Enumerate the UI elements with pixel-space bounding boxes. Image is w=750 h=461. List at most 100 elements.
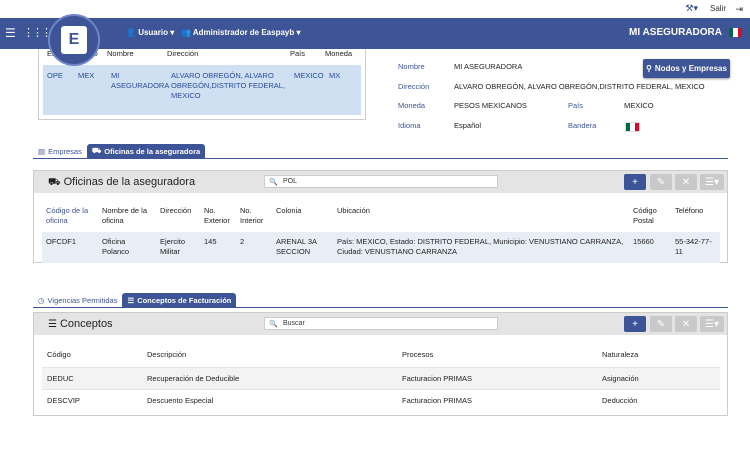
plus-icon: + xyxy=(632,176,638,188)
search-input[interactable]: 🔍 Buscar xyxy=(264,317,498,330)
header-descripcion: Descripción xyxy=(147,350,187,359)
table-row[interactable]: DESCVIP Descuento Especial Facturacion P… xyxy=(42,389,720,411)
header-cp: Código Postal xyxy=(633,206,657,225)
utility-bar: ⚒▾ Salir ⇥ xyxy=(0,0,750,18)
list-menu-icon: ☰▾ xyxy=(705,318,719,330)
tools-icon[interactable]: ⚒▾ xyxy=(685,3,698,14)
search-value: POL xyxy=(283,178,298,185)
car-icon: ⛟ xyxy=(91,146,102,155)
clock-icon: ◷ xyxy=(38,295,45,305)
header-direccion: Dirección xyxy=(167,49,199,58)
close-icon: ✕ xyxy=(681,176,691,188)
tab-conceptos[interactable]: ☰ Conceptos de Facturación xyxy=(122,293,237,307)
direccion-label: Dirección xyxy=(398,82,430,91)
network-icon: ⚲ xyxy=(646,64,652,73)
admin-menu-label: Administrador de Easpayb xyxy=(192,28,295,37)
add-button[interactable]: + xyxy=(624,174,646,190)
tab-oficinas-label: Oficinas de la aseguradora xyxy=(104,146,201,156)
cell-direccion: ALVARO OBREGÓN, ALVARO OBREGÓN,DISTRITO … xyxy=(171,71,286,100)
header-ubicacion: Ubicación xyxy=(337,206,370,215)
exit-link[interactable]: Salir xyxy=(710,4,726,13)
tab-oficinas[interactable]: ⛟ Oficinas de la aseguradora xyxy=(86,144,206,158)
cell-colonia: ARENAL 3A SECCION xyxy=(272,232,333,263)
cell-procesos: Facturacion PRIMAS xyxy=(397,367,597,390)
tab-vigencias[interactable]: ◷ Vigencias Permitidas xyxy=(33,293,122,307)
cell-codigo: MEX xyxy=(78,71,95,80)
header-colonia: Colonia xyxy=(276,206,302,215)
conceptos-panel: ☰ Conceptos 🔍 Buscar + ✎ ✕ ☰▾ Código Descr… xyxy=(33,312,728,416)
tab-underline xyxy=(33,307,728,308)
panel-header: ☰ Conceptos 🔍 Buscar + ✎ ✕ ☰▾ xyxy=(34,313,727,335)
tab-underline xyxy=(33,158,728,159)
edit-button[interactable]: ✎ xyxy=(650,174,672,190)
header-interior: No. Interior xyxy=(240,206,264,225)
menu-icon[interactable]: ☰ xyxy=(5,26,16,40)
header-moneda: Moneda xyxy=(325,49,353,58)
table-row[interactable]: OFCDF1 Oficina Polanco Ejercito Militar … xyxy=(42,232,720,263)
search-input[interactable]: 🔍 POL xyxy=(264,175,498,188)
cell-codigo: DESCVIP xyxy=(42,389,142,411)
navbar: ☰ ⋮⋮⋮ 👤 Usuario ▾ 👥 Administrador de Eas… xyxy=(0,18,750,49)
user-menu-label: Usuario xyxy=(138,28,168,37)
search-icon: 🔍 xyxy=(269,321,278,328)
direccion-value: ALVARO OBREGÓN, ALVARO OBREGÓN,DISTRITO … xyxy=(454,82,705,91)
list-icon: ☰ xyxy=(127,295,135,305)
add-button[interactable]: + xyxy=(624,316,646,332)
search-icon: 🔍 xyxy=(269,179,278,186)
table-row[interactable]: DEDUC Recuperación de Deducible Facturac… xyxy=(42,367,720,390)
tab-empresas[interactable]: ▤ Empresas xyxy=(33,144,87,158)
idioma-value: Español xyxy=(454,121,482,130)
cell-exterior: 145 xyxy=(200,232,236,263)
table-row[interactable]: OPE MEX MI ASEGURADORA ALVARO OBREGÓN, A… xyxy=(43,65,361,115)
header-nombre: Nombre de la oficina xyxy=(102,206,148,225)
cell-moneda: MX xyxy=(329,71,341,80)
pencil-icon: ✎ xyxy=(656,176,666,188)
page-title: MI ASEGURADORA xyxy=(629,27,722,38)
exit-icon[interactable]: ⇥ xyxy=(735,4,743,15)
nombre-label: Nombre xyxy=(398,62,425,71)
cell-nombre: MI ASEGURADORA xyxy=(111,71,170,90)
moneda-label: Moneda xyxy=(398,101,426,110)
bandera-flag-icon xyxy=(625,122,640,132)
logo-mark-icon: E xyxy=(61,26,87,54)
user-menu[interactable]: 👤 Usuario ▾ xyxy=(126,28,174,37)
cell-procesos: Facturacion PRIMAS xyxy=(397,389,597,411)
cell-codigo: DEDUC xyxy=(42,367,142,390)
cell-descripcion: Descuento Especial xyxy=(142,389,397,411)
admin-menu[interactable]: 👥 Administrador de Easpayb ▾ xyxy=(181,28,301,37)
options-menu-button[interactable]: ☰▾ xyxy=(700,316,724,332)
mexico-flag-icon xyxy=(729,28,742,37)
nodos-empresas-label: Nodos y Empresas xyxy=(654,64,727,73)
nombre-value: MI ASEGURADORA xyxy=(454,62,523,71)
cell-codigo: OFCDF1 xyxy=(42,232,98,263)
nodos-empresas-button[interactable]: ⚲ Nodos y Empresas xyxy=(643,59,730,78)
panel-title: ☰ Conceptos xyxy=(48,318,113,330)
edit-button[interactable]: ✎ xyxy=(650,316,672,332)
header-naturaleza: Naturaleza xyxy=(602,350,639,359)
cell-interior: 2 xyxy=(236,232,272,263)
plus-icon: + xyxy=(632,318,638,330)
pais-value: MEXICO xyxy=(624,101,654,110)
table-header-row: Código Descripción Procesos Naturaleza xyxy=(42,348,720,368)
bandera-label: Bandera xyxy=(568,121,597,130)
header-procesos: Procesos xyxy=(402,350,434,359)
moneda-value: PESOS MEXICANOS xyxy=(454,101,527,110)
header-codigo: Código xyxy=(47,350,71,359)
building-icon: ▤ xyxy=(38,146,46,156)
panel-header: ⛟ Oficinas de la aseguradora 🔍 POL + ✎ ✕ ☰… xyxy=(34,171,727,193)
header-telefono: Teléfono xyxy=(675,206,704,215)
apps-grid-icon[interactable]: ⋮⋮⋮ xyxy=(23,26,52,39)
cell-telefono: 55-342-77-11 xyxy=(671,232,720,263)
header-direccion: Dirección xyxy=(160,206,192,215)
conceptos-title: Conceptos xyxy=(59,318,113,330)
close-icon: ✕ xyxy=(681,318,691,330)
cell-cp: 15660 xyxy=(629,232,671,263)
delete-button[interactable]: ✕ xyxy=(675,174,697,190)
delete-button[interactable]: ✕ xyxy=(675,316,697,332)
pais-label: País xyxy=(568,101,584,110)
header-codigo[interactable]: Código de la oficina xyxy=(42,204,98,232)
oficinas-panel: ⛟ Oficinas de la aseguradora 🔍 POL + ✎ ✕ ☰… xyxy=(33,170,728,263)
options-menu-button[interactable]: ☰▾ xyxy=(700,174,724,190)
header-nombre: Nombre xyxy=(107,49,134,58)
cell-pais: MEXICO xyxy=(294,71,324,80)
